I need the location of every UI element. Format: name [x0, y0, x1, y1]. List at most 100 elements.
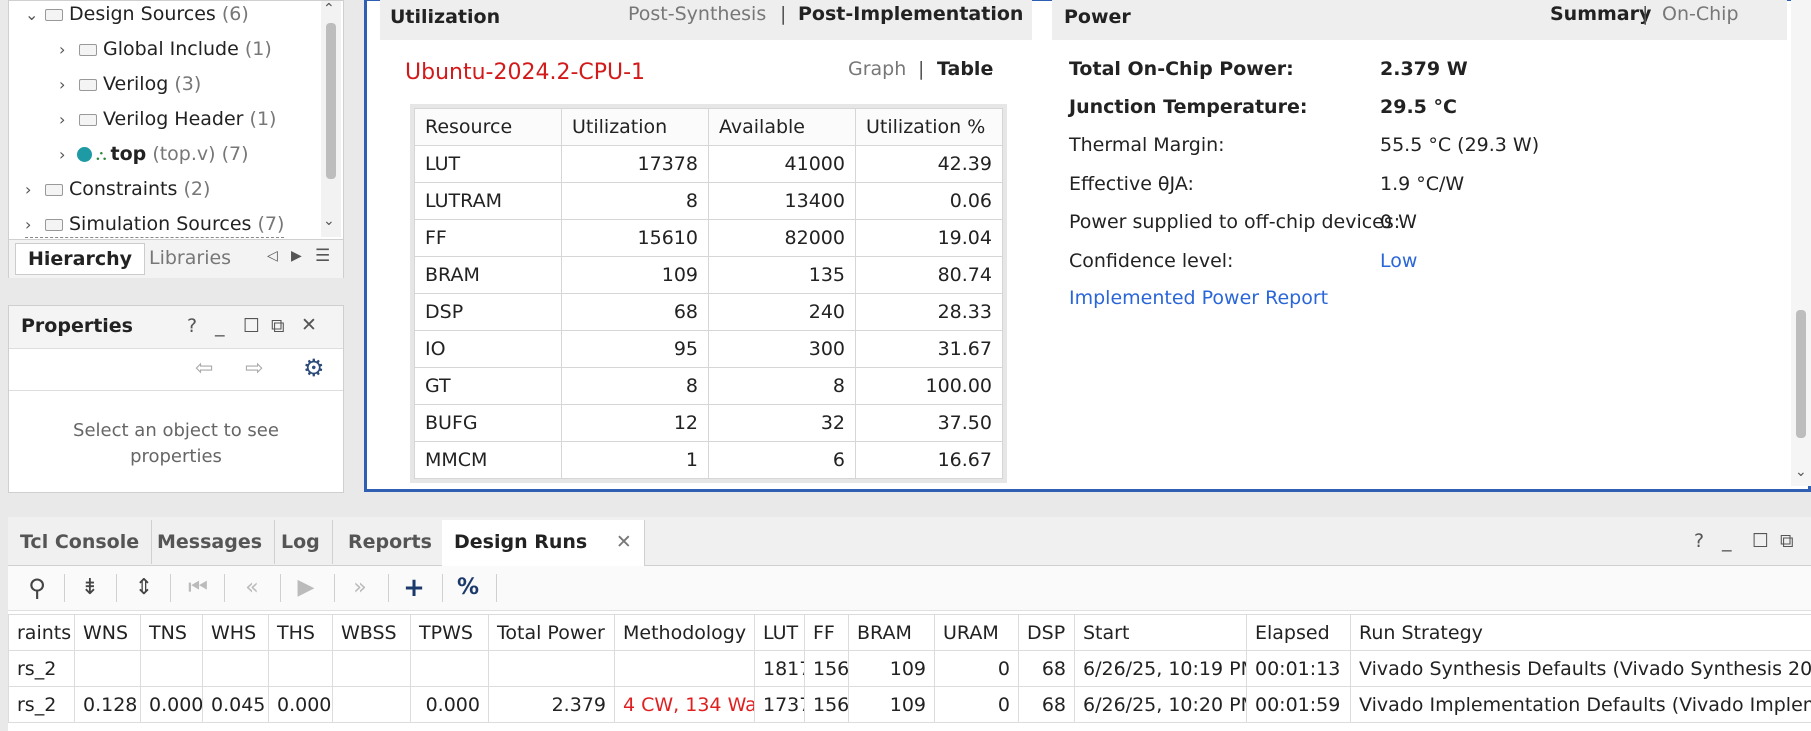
minimize-icon[interactable]: _ [1722, 530, 1732, 552]
column-header[interactable]: LUT [755, 615, 805, 651]
chevron-down-icon[interactable]: ⌄ [25, 0, 41, 32]
tab-reports[interactable]: Reports [336, 520, 445, 564]
chevron-right-icon[interactable]: › [25, 173, 41, 207]
column-header[interactable]: Available [709, 109, 856, 146]
scrollbar-thumb[interactable] [1796, 310, 1806, 438]
column-header[interactable]: URAM [935, 615, 1019, 651]
float-icon[interactable]: ⧉ [1780, 530, 1794, 552]
column-header[interactable]: Elapsed [1247, 615, 1351, 651]
dashboard-scrollbar[interactable]: ⌄ [1791, 0, 1811, 486]
close-icon[interactable]: ✕ [301, 314, 317, 336]
column-header[interactable]: Utilization [562, 109, 709, 146]
tab-log[interactable]: Log [269, 520, 333, 564]
first-icon[interactable]: ⏮ [180, 568, 216, 608]
tab-scroll-right-icon[interactable]: ▶ [291, 248, 302, 264]
column-header[interactable]: BRAM [849, 615, 935, 651]
tab-tcl-console[interactable]: Tcl Console [8, 520, 152, 564]
column-header[interactable]: Utilization % [856, 109, 1003, 146]
add-icon[interactable]: + [396, 568, 432, 608]
chevron-right-icon[interactable]: › [59, 68, 75, 102]
tree-item-top[interactable]: ›⛬top (top.v) (7) [59, 137, 249, 171]
column-header[interactable]: Resource [415, 109, 562, 146]
tab-design-runs[interactable]: Design Runs ✕ [442, 520, 645, 566]
column-header[interactable]: WNS [75, 615, 141, 651]
sources-scrollbar[interactable]: ⌃ ⌄ [321, 1, 341, 237]
minimize-icon[interactable]: _ [215, 315, 225, 337]
tree-item-constraints[interactable]: ›Constraints (2) [25, 172, 210, 206]
utilization-cell: 12 [562, 405, 709, 442]
back-arrow-icon[interactable]: ⇦ [195, 356, 213, 381]
column-header[interactable]: DSP [1019, 615, 1075, 651]
folder-icon [79, 44, 97, 56]
expand-all-icon[interactable]: ⇕ [126, 568, 162, 608]
cell [489, 651, 615, 687]
table-row[interactable]: MMCM1616.67 [415, 442, 1003, 479]
chevron-right-icon[interactable]: › [59, 103, 75, 137]
methodology-warnings-cell[interactable]: 4 CW, 134 War [615, 687, 755, 723]
implemented-power-report-link[interactable]: Implemented Power Report [1069, 280, 1328, 316]
folder-icon [79, 79, 97, 91]
tab-on-chip[interactable]: On-Chip [1662, 3, 1739, 25]
top-module-dot-icon [77, 147, 92, 162]
column-header[interactable]: TNS [141, 615, 203, 651]
table-row[interactable]: BUFG123237.50 [415, 405, 1003, 442]
tab-scroll-left-icon[interactable]: ◁ [267, 248, 278, 264]
scroll-up-icon[interactable]: ⌃ [323, 1, 335, 17]
tab-table[interactable]: Table [937, 58, 993, 80]
table-row[interactable]: GT88100.00 [415, 368, 1003, 405]
previous-icon[interactable]: « [234, 568, 270, 608]
column-header[interactable]: Start [1075, 615, 1247, 651]
column-header[interactable]: TPWS [411, 615, 489, 651]
tab-summary[interactable]: Summary [1550, 3, 1651, 25]
column-header[interactable]: Methodology [615, 615, 755, 651]
scroll-down-icon[interactable]: ⌄ [1795, 464, 1807, 480]
chevron-right-icon[interactable]: › [59, 138, 75, 172]
column-header[interactable]: WHS [203, 615, 269, 651]
tab-post-synthesis[interactable]: Post-Synthesis [628, 3, 766, 25]
collapse-all-icon[interactable]: ⇟ [72, 568, 108, 608]
table-row[interactable]: DSP6824028.33 [415, 294, 1003, 331]
table-row[interactable]: rs_2 18171 156 109 0 68 6/26/25, 10:19 P… [9, 651, 1811, 687]
scroll-down-icon[interactable]: ⌄ [323, 213, 335, 229]
tree-item-design-sources[interactable]: ⌄Design Sources (6) [25, 0, 249, 31]
confidence-level-link[interactable]: Low [1380, 243, 1417, 279]
maximize-icon[interactable]: ☐ [1752, 530, 1769, 552]
column-header[interactable]: raints [9, 615, 75, 651]
table-row[interactable]: BRAM10913580.74 [415, 257, 1003, 294]
table-header-row: Resource Utilization Available Utilizati… [415, 109, 1003, 146]
float-icon[interactable]: ⧉ [271, 315, 285, 337]
tree-item-verilog-header[interactable]: ›Verilog Header (1) [59, 102, 276, 136]
table-row[interactable]: rs_2 0.128 0.000 0.045 0.000 0.000 2.379… [9, 687, 1811, 723]
close-tab-icon[interactable]: ✕ [616, 531, 632, 553]
run-icon[interactable]: ▶ [288, 568, 324, 608]
percent-icon[interactable]: % [450, 568, 486, 608]
next-icon[interactable]: » [342, 568, 378, 608]
help-icon[interactable]: ? [1694, 530, 1704, 552]
column-header[interactable]: WBSS [333, 615, 411, 651]
tree-item-simulation-sources[interactable]: ›Simulation Sources (7) [25, 207, 284, 238]
tree-item-verilog[interactable]: ›Verilog (3) [59, 67, 201, 101]
scrollbar-thumb[interactable] [326, 23, 336, 179]
tab-graph[interactable]: Graph [848, 58, 906, 80]
search-icon[interactable]: ⚲ [19, 568, 55, 608]
column-header[interactable]: FF [805, 615, 849, 651]
table-row[interactable]: FF156108200019.04 [415, 220, 1003, 257]
tab-messages[interactable]: Messages [145, 520, 275, 564]
forward-arrow-icon[interactable]: ⇨ [245, 356, 263, 381]
maximize-icon[interactable]: ☐ [243, 315, 260, 337]
tab-hierarchy[interactable]: Hierarchy [15, 243, 145, 275]
column-header[interactable]: Total Power [489, 615, 615, 651]
chevron-right-icon[interactable]: › [59, 33, 75, 67]
column-header[interactable]: Run Strategy [1351, 615, 1811, 651]
table-row[interactable]: IO9530031.67 [415, 331, 1003, 368]
table-row[interactable]: LUTRAM8134000.06 [415, 183, 1003, 220]
help-icon[interactable]: ? [187, 315, 197, 337]
tab-libraries[interactable]: Libraries [137, 243, 243, 273]
chevron-right-icon[interactable]: › [25, 208, 41, 242]
tab-menu-icon[interactable]: ☰ [315, 246, 330, 266]
tab-post-implementation[interactable]: Post-Implementation [798, 3, 1023, 25]
settings-gear-icon[interactable]: ⚙ [303, 354, 325, 382]
column-header[interactable]: THS [269, 615, 333, 651]
tree-item-global-include[interactable]: ›Global Include (1) [59, 32, 272, 66]
table-row[interactable]: LUT173784100042.39 [415, 146, 1003, 183]
